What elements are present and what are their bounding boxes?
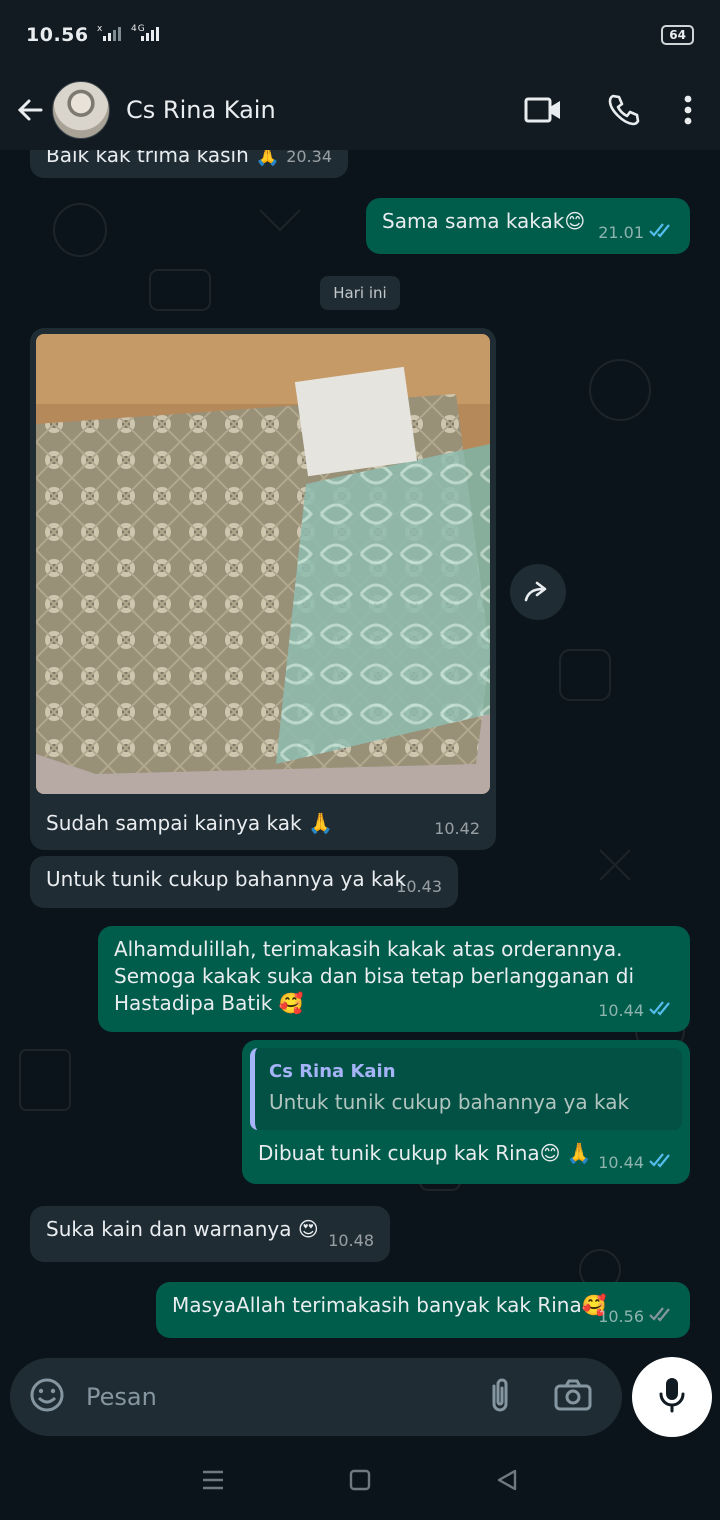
- date-chip: Hari ini: [320, 276, 400, 310]
- quoted-author: Cs Rina Kain: [269, 1061, 396, 1082]
- message-time: 10.56: [598, 1307, 644, 1326]
- message-text: Baik kak trima kasih 🙏: [46, 150, 281, 167]
- home-icon[interactable]: [348, 1468, 372, 1496]
- message-text: MasyaAllah terimakasih banyak kak Rina🥰: [172, 1293, 607, 1317]
- message-time: 10.43: [396, 877, 442, 896]
- back-nav-icon[interactable]: [495, 1468, 519, 1496]
- message-time: 10.48: [328, 1231, 374, 1250]
- message-outgoing[interactable]: Alhamdulillah, terimakasih kakak atas or…: [98, 926, 690, 1032]
- message-time: 10.44: [598, 1153, 644, 1172]
- status-time: 10.56: [26, 24, 89, 46]
- status-bar: 10.56 x 4G 64: [0, 0, 720, 70]
- voice-message-button[interactable]: [632, 1357, 712, 1437]
- more-options-icon[interactable]: [684, 95, 692, 125]
- message-text: Dibuat tunik cukup kak Rina😊 🙏: [258, 1141, 592, 1165]
- back-arrow-icon[interactable]: [10, 90, 50, 130]
- message-outgoing[interactable]: MasyaAllah terimakasih banyak kak Rina🥰 …: [156, 1282, 690, 1338]
- message-text: Alhamdulillah, terimakasih kakak atas or…: [114, 937, 635, 1015]
- message-outgoing[interactable]: Sama sama kakak😊 21.01: [366, 198, 690, 254]
- quoted-message[interactable]: Cs Rina Kain Untuk tunik cukup bahannya …: [250, 1048, 682, 1130]
- chat-header: Cs Rina Kain: [0, 70, 720, 150]
- read-ticks-icon: [648, 218, 676, 245]
- svg-text:4G: 4G: [131, 24, 146, 34]
- message-time: 10.44: [598, 1001, 644, 1020]
- message-text: Sama sama kakak😊: [382, 209, 586, 233]
- recent-apps-icon[interactable]: [201, 1469, 225, 1495]
- message-incoming[interactable]: Suka kain dan warnanya 😍 10.48: [30, 1206, 390, 1262]
- message-text: Sudah sampai kainya kak 🙏: [46, 811, 333, 835]
- photo-attachment[interactable]: [36, 334, 490, 794]
- message-time: 20.34: [286, 150, 332, 166]
- attach-icon[interactable]: [486, 1376, 514, 1418]
- camera-icon[interactable]: [554, 1379, 592, 1415]
- contact-avatar[interactable]: [52, 81, 110, 139]
- phone-call-icon[interactable]: [606, 93, 640, 127]
- message-composer[interactable]: Pesan: [10, 1358, 622, 1436]
- message-outgoing-reply[interactable]: Cs Rina Kain Untuk tunik cukup bahannya …: [242, 1040, 690, 1184]
- message-time: 10.42: [434, 819, 480, 838]
- video-call-icon[interactable]: [524, 96, 562, 124]
- message-text: Untuk tunik cukup bahannya ya kak: [46, 867, 407, 891]
- signal-icon: x 4G: [97, 23, 167, 47]
- system-navigation-bar: [0, 1444, 720, 1520]
- emoji-icon[interactable]: [28, 1376, 66, 1418]
- message-text: Suka kain dan warnanya 😍: [46, 1217, 319, 1241]
- message-incoming[interactable]: Untuk tunik cukup bahannya ya kak 10.43: [30, 856, 458, 908]
- microphone-icon: [658, 1376, 686, 1418]
- battery-indicator: 64: [661, 25, 694, 45]
- delivered-ticks-icon: [648, 1302, 676, 1329]
- quoted-text: Untuk tunik cukup bahannya ya kak: [269, 1090, 630, 1114]
- read-ticks-icon: [648, 1148, 676, 1175]
- message-time: 21.01: [598, 223, 644, 242]
- chat-area[interactable]: Baik kak trima kasih 🙏 20.34 Sama sama k…: [0, 150, 720, 1352]
- forward-arrow-icon[interactable]: [510, 564, 566, 620]
- message-input[interactable]: Pesan: [86, 1383, 157, 1411]
- svg-text:x: x: [97, 24, 103, 34]
- read-ticks-icon: [648, 996, 676, 1023]
- message-incoming[interactable]: Baik kak trima kasih 🙏 20.34: [30, 150, 348, 178]
- contact-name[interactable]: Cs Rina Kain: [126, 96, 276, 124]
